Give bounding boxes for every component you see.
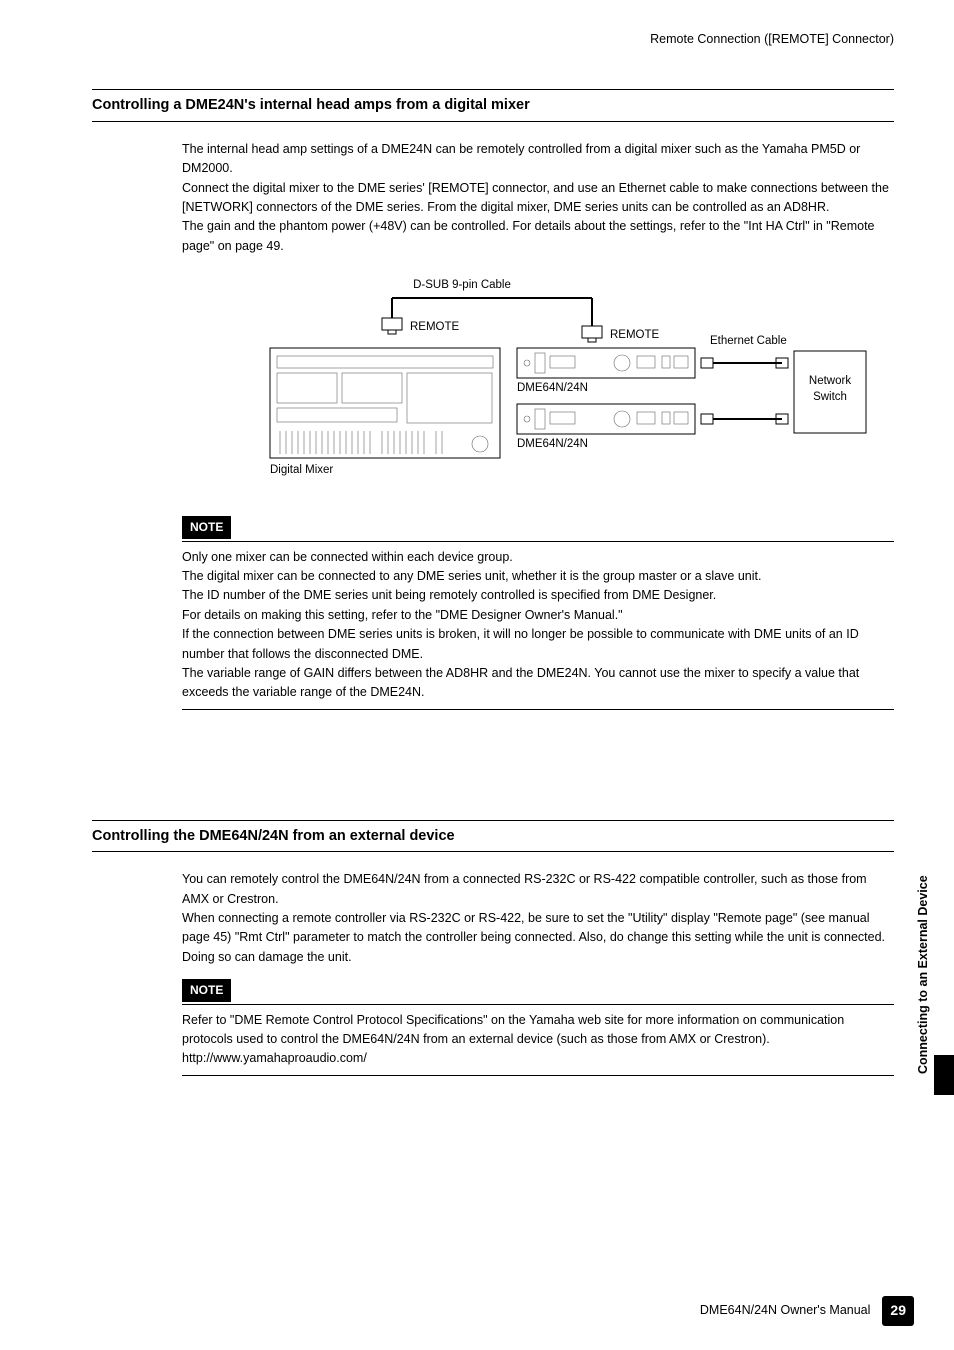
note-label: NOTE [182,979,231,1002]
connection-diagram: D-SUB 9-pin Cable REMOTE REMOTE Ethernet… [182,276,894,496]
dme-label-1: DME64N/24N [517,382,588,394]
dme-unit-icon [517,348,695,378]
note-block-2: NOTE Refer to "DME Remote Control Protoc… [182,979,894,1076]
divider [182,1075,894,1076]
side-tab-marker [934,1055,954,1095]
header-breadcrumb: Remote Connection ([REMOTE] Connector) [92,30,894,49]
network-switch-label: Switch [813,391,847,403]
note1-p4: For details on making this setting, refe… [182,606,894,625]
section2-body: You can remotely control the DME64N/24N … [182,870,894,967]
section2-p1: You can remotely control the DME64N/24N … [182,870,894,909]
remote-label-left: REMOTE [410,321,460,333]
section1-p1: The internal head amp settings of a DME2… [182,140,894,179]
divider [182,709,894,710]
note1-p1: Only one mixer can be connected within e… [182,548,894,567]
remote-connector-icon [582,326,602,342]
dme-unit-icon [517,404,695,434]
digital-mixer-label: Digital Mixer [270,464,333,476]
section2-title: Controlling the DME64N/24N from an exter… [92,820,894,852]
remote-label-right: REMOTE [610,329,660,341]
network-switch-label: Network [809,375,851,387]
note2-p1: Refer to "DME Remote Control Protocol Sp… [182,1011,894,1050]
ethernet-label: Ethernet Cable [710,335,787,347]
dsub-label: D-SUB 9-pin Cable [413,279,511,291]
divider [182,541,894,542]
section1-p3: The gain and the phantom power (+48V) ca… [182,217,894,256]
side-tab: Connecting to an External Device [914,855,944,1095]
note1-p5: If the connection between DME series uni… [182,625,894,664]
section1-title: Controlling a DME24N's internal head amp… [92,89,894,121]
note-block-1: NOTE Only one mixer can be connected wit… [182,516,894,710]
divider [182,1004,894,1005]
note1-p3: The ID number of the DME series unit bei… [182,586,894,605]
page-number-badge: 29 [882,1296,914,1326]
manual-title: DME64N/24N Owner's Manual [700,1301,871,1320]
note1-p2: The digital mixer can be connected to an… [182,567,894,586]
dme-label-2: DME64N/24N [517,438,588,450]
section1-p2: Connect the digital mixer to the DME ser… [182,179,894,218]
note-label: NOTE [182,516,231,539]
remote-connector-icon [382,318,402,334]
page-footer: DME64N/24N Owner's Manual 29 [700,1296,914,1326]
section2-p2: When connecting a remote controller via … [182,909,894,967]
note2-p2: http://www.yamahaproaudio.com/ [182,1049,894,1068]
note1-p6: The variable range of GAIN differs betwe… [182,664,894,703]
section1-body: The internal head amp settings of a DME2… [182,140,894,256]
side-tab-label: Connecting to an External Device [914,855,933,1095]
